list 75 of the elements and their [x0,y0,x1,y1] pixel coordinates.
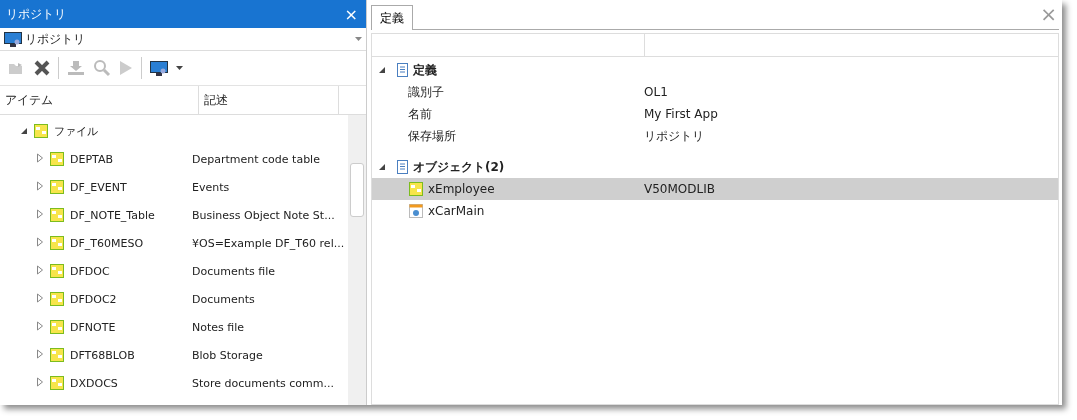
collapsed-arrow-icon[interactable] [36,320,44,331]
property-name: 識別子 [408,83,444,101]
collapsed-arrow-icon[interactable] [36,152,44,163]
group-title[interactable]: 定義 [413,61,437,79]
collapsed-arrow-icon[interactable] [36,292,44,303]
tree-item[interactable]: DFDOC [70,264,192,278]
panel-title: リポジトリ [6,5,66,23]
property-row[interactable]: xEmployee V50MODLIB [372,178,1058,200]
column-header[interactable]: アイテム [0,86,199,114]
property-name: xEmployee [428,182,495,196]
dropdown-caret-icon [355,37,362,41]
tree-item[interactable]: DFNOTE [70,320,192,334]
tree-item[interactable]: DF_NOTE_Table [70,208,192,222]
download-icon[interactable] [67,60,85,76]
item-description: Notes file [192,320,245,334]
property-name: xCarMain [428,204,485,218]
item-description: Blob Storage [192,348,263,362]
expanded-arrow-icon[interactable] [378,163,386,171]
collapsed-arrow-icon[interactable] [36,236,44,247]
table-icon [50,292,64,306]
property-row[interactable]: 識別子 OL1 [372,81,1058,103]
item-description: Store documents comm... [192,376,334,390]
property-value: リポジトリ [644,127,704,145]
search-icon[interactable] [93,59,111,77]
tree-item[interactable]: DEPTAB [70,152,192,166]
close-button[interactable]: × [342,4,360,24]
table-icon [50,320,64,334]
column-header[interactable]: 記述 [199,86,339,114]
table-icon [50,264,64,278]
property-name: 名前 [408,105,432,123]
tree-item[interactable]: DFDOC2 [70,292,192,306]
property-value: OL1 [644,85,668,99]
table-icon [50,208,64,222]
scrollbar[interactable] [348,115,366,405]
item-description: Department code table [192,152,320,166]
table-icon [34,124,48,138]
item-description: Business Object Note St... [192,208,335,222]
collapsed-arrow-icon[interactable] [36,180,44,191]
table-icon [50,376,64,390]
property-name: 保存場所 [408,127,456,145]
table-icon [50,236,64,250]
table-icon [50,180,64,194]
item-description: ¥OS=Example DF_T60 rel... [192,236,345,250]
tree-item[interactable]: DFT68BLOB [70,348,192,362]
item-description: Documents file [192,264,275,278]
property-value: V50MODLIB [644,182,715,196]
property-row[interactable]: xCarMain [372,200,1058,222]
group-title[interactable]: オブジェクト(2) [413,158,505,176]
monitor-icon [4,31,22,47]
table-icon [409,182,423,196]
property-row[interactable]: 保存場所 リポジトリ [372,125,1058,147]
item-description: Documents [192,292,255,306]
tree-item[interactable]: DF_T60MESO [70,236,192,250]
repository-dropdown[interactable]: リポジトリ [0,28,366,51]
form-globe-icon [409,204,423,218]
delete-icon[interactable] [34,60,50,76]
table-icon [50,152,64,166]
tab[interactable]: 定義 [371,5,413,30]
dropdown-caret-icon[interactable] [176,66,183,70]
tree-item[interactable]: ファイル [54,123,204,139]
collapsed-arrow-icon[interactable] [36,208,44,219]
tree-item[interactable]: DXDOCS [70,376,192,390]
collapsed-arrow-icon[interactable] [36,376,44,387]
table-icon [50,348,64,362]
document-icon [397,63,408,77]
tree-item[interactable]: DF_EVENT [70,180,192,194]
collapsed-arrow-icon[interactable] [36,264,44,275]
expanded-arrow-icon[interactable] [20,126,28,135]
monitor-icon [150,60,168,76]
property-value: My First App [644,107,718,121]
collapsed-arrow-icon[interactable] [36,348,44,359]
property-row[interactable]: 名前 My First App [372,103,1058,125]
expanded-arrow-icon[interactable] [378,66,386,74]
item-description: Events [192,180,230,194]
document-icon [397,160,408,174]
